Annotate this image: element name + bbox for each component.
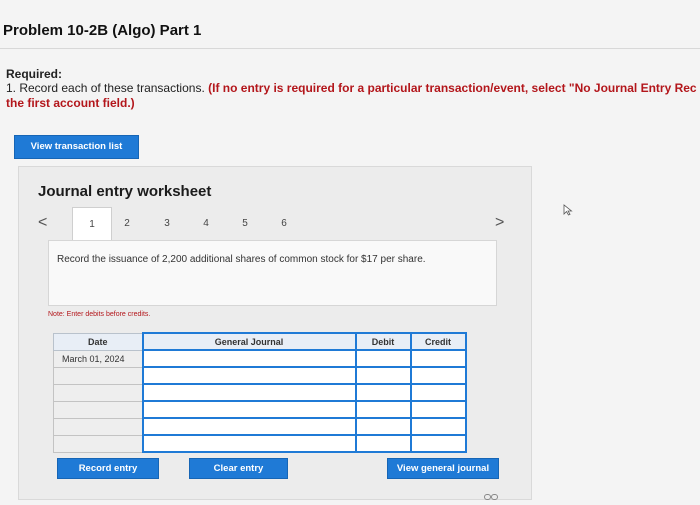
account-field[interactable] xyxy=(141,400,357,419)
account-field[interactable] xyxy=(141,417,357,436)
journal-table: Date General Journal Debit Credit March … xyxy=(53,332,467,453)
table-row xyxy=(53,366,467,385)
mouse-pointer-icon xyxy=(563,204,573,216)
credit-field[interactable] xyxy=(409,417,467,436)
tab-4[interactable]: 4 xyxy=(186,207,226,241)
debit-field[interactable] xyxy=(354,349,412,368)
worksheet-title: Journal entry worksheet xyxy=(38,183,212,200)
credit-field[interactable] xyxy=(409,366,467,385)
journal-header-row: Date General Journal Debit Credit xyxy=(53,332,467,351)
clear-entry-button[interactable]: Clear entry xyxy=(189,458,288,479)
account-field[interactable] xyxy=(141,383,357,402)
date-cell xyxy=(53,383,143,402)
next-arrow-icon[interactable]: > xyxy=(495,214,504,232)
date-cell xyxy=(53,366,143,385)
debit-header: Debit xyxy=(354,332,412,351)
debit-field[interactable] xyxy=(354,383,412,402)
table-row: March 01, 2024 xyxy=(53,349,467,368)
transaction-description: Record the issuance of 2,200 additional … xyxy=(57,254,426,265)
debit-field[interactable] xyxy=(354,366,412,385)
tab-1[interactable]: 1 xyxy=(72,207,112,241)
general-journal-header: General Journal xyxy=(141,332,357,351)
view-transaction-list-button[interactable]: View transaction list xyxy=(14,135,139,159)
instruction-line2: the first account field.) xyxy=(6,96,135,110)
date-cell xyxy=(53,434,143,453)
link-icon xyxy=(484,494,498,500)
view-general-journal-button[interactable]: View general journal xyxy=(387,458,499,479)
credit-field[interactable] xyxy=(409,383,467,402)
date-cell: March 01, 2024 xyxy=(53,349,143,368)
tab-5[interactable]: 5 xyxy=(225,207,265,241)
debit-field[interactable] xyxy=(354,417,412,436)
date-cell xyxy=(53,417,143,436)
table-row xyxy=(53,417,467,436)
tab-6[interactable]: 6 xyxy=(264,207,304,241)
required-label: Required: xyxy=(6,67,63,81)
instruction-red: (If no entry is required for a particula… xyxy=(208,81,697,95)
record-entry-button[interactable]: Record entry xyxy=(57,458,159,479)
tab-3[interactable]: 3 xyxy=(147,207,187,241)
account-field[interactable] xyxy=(141,434,357,453)
credit-field[interactable] xyxy=(409,434,467,453)
transaction-panel xyxy=(48,240,497,306)
date-header: Date xyxy=(53,332,143,351)
account-field[interactable] xyxy=(141,349,357,368)
credit-header: Credit xyxy=(409,332,467,351)
header-divider xyxy=(0,48,700,49)
table-row xyxy=(53,434,467,453)
table-row xyxy=(53,383,467,402)
credit-field[interactable] xyxy=(409,349,467,368)
table-row xyxy=(53,400,467,419)
instruction-plain: 1. Record each of these transactions. xyxy=(6,81,209,95)
instruction-text: 1. Record each of these transactions. (I… xyxy=(6,81,700,111)
debit-field[interactable] xyxy=(354,434,412,453)
debit-field[interactable] xyxy=(354,400,412,419)
previous-arrow-icon[interactable]: < xyxy=(38,214,47,232)
date-cell xyxy=(53,400,143,419)
credit-field[interactable] xyxy=(409,400,467,419)
account-field[interactable] xyxy=(141,366,357,385)
problem-title: Problem 10-2B (Algo) Part 1 xyxy=(3,22,202,39)
tab-2[interactable]: 2 xyxy=(107,207,147,241)
debits-note: Note: Enter debits before credits. xyxy=(48,311,151,318)
